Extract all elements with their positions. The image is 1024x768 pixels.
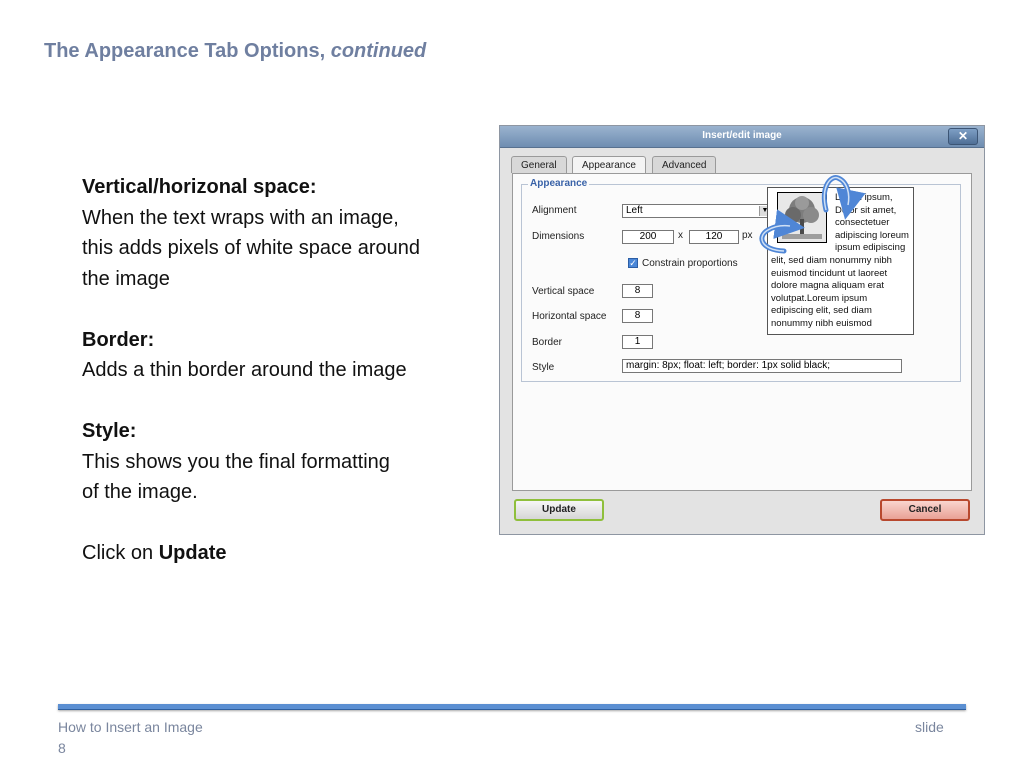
- section-text-line: When the text wraps with an image,: [82, 206, 399, 229]
- dimension-unit: px: [742, 230, 753, 241]
- section-heading-space: Vertical/horizonal space:: [82, 176, 317, 198]
- fieldset-legend: Appearance: [528, 178, 590, 189]
- horizontal-space-label: Horizontal space: [532, 311, 607, 322]
- dialog-title: Insert/edit image: [702, 130, 782, 141]
- section-text-line: This shows you the final formatting: [82, 450, 390, 473]
- vertical-space-input[interactable]: 8: [622, 284, 653, 298]
- height-input[interactable]: 120: [689, 230, 739, 244]
- close-icon[interactable]: ✕: [948, 128, 978, 145]
- tab-advanced[interactable]: Advanced: [652, 156, 717, 173]
- dialog-titlebar: Insert/edit image ✕: [500, 126, 984, 148]
- image-preview: Lorem ipsum, Dolor sit amet, consectetue…: [767, 187, 914, 335]
- tab-general[interactable]: General: [511, 156, 567, 173]
- section-heading-border: Border:: [82, 328, 155, 351]
- slide-title: The Appearance Tab Options, continued: [44, 40, 427, 62]
- section-text-line: of the image.: [82, 481, 198, 503]
- footer-slide-label: slide: [915, 719, 944, 735]
- slide-body: Vertical/horizonal space: When the text …: [82, 172, 492, 569]
- footer-slide-number: 8: [58, 740, 66, 756]
- dimensions-label: Dimensions: [532, 231, 585, 242]
- alignment-label: Alignment: [532, 205, 577, 216]
- constrain-proportions-label: Constrain proportions: [642, 258, 738, 269]
- click-instruction: Click on Update: [82, 542, 227, 564]
- border-input[interactable]: 1: [622, 335, 653, 349]
- insert-edit-image-dialog: Insert/edit image ✕ General Appearance A…: [499, 125, 985, 535]
- width-input[interactable]: 200: [622, 230, 674, 244]
- footer-title: How to Insert an Image: [58, 719, 203, 735]
- vertical-space-label: Vertical space: [532, 286, 595, 297]
- style-input[interactable]: margin: 8px; float: left; border: 1px so…: [622, 359, 902, 373]
- check-icon[interactable]: ✓: [628, 258, 638, 268]
- section-text-line: the image: [82, 267, 170, 290]
- alignment-select[interactable]: Left ▼: [622, 204, 772, 218]
- update-button[interactable]: Update: [514, 499, 604, 521]
- section-text-line: this adds pixels of white space around: [82, 237, 420, 259]
- section-heading-style: Style:: [82, 420, 137, 442]
- click-instruction-target: Update: [158, 542, 227, 564]
- footer-rule: [58, 704, 966, 710]
- tree-image-icon: [777, 192, 827, 243]
- dimension-separator: x: [678, 230, 683, 241]
- tab-appearance[interactable]: Appearance: [572, 156, 646, 174]
- style-label: Style: [532, 362, 555, 373]
- border-label: Border: [532, 337, 563, 348]
- horizontal-space-input[interactable]: 8: [622, 309, 653, 323]
- slide-title-italic: continued: [330, 40, 427, 62]
- section-text-line: Adds a thin border around the image: [82, 359, 407, 381]
- cancel-button[interactable]: Cancel: [880, 499, 970, 521]
